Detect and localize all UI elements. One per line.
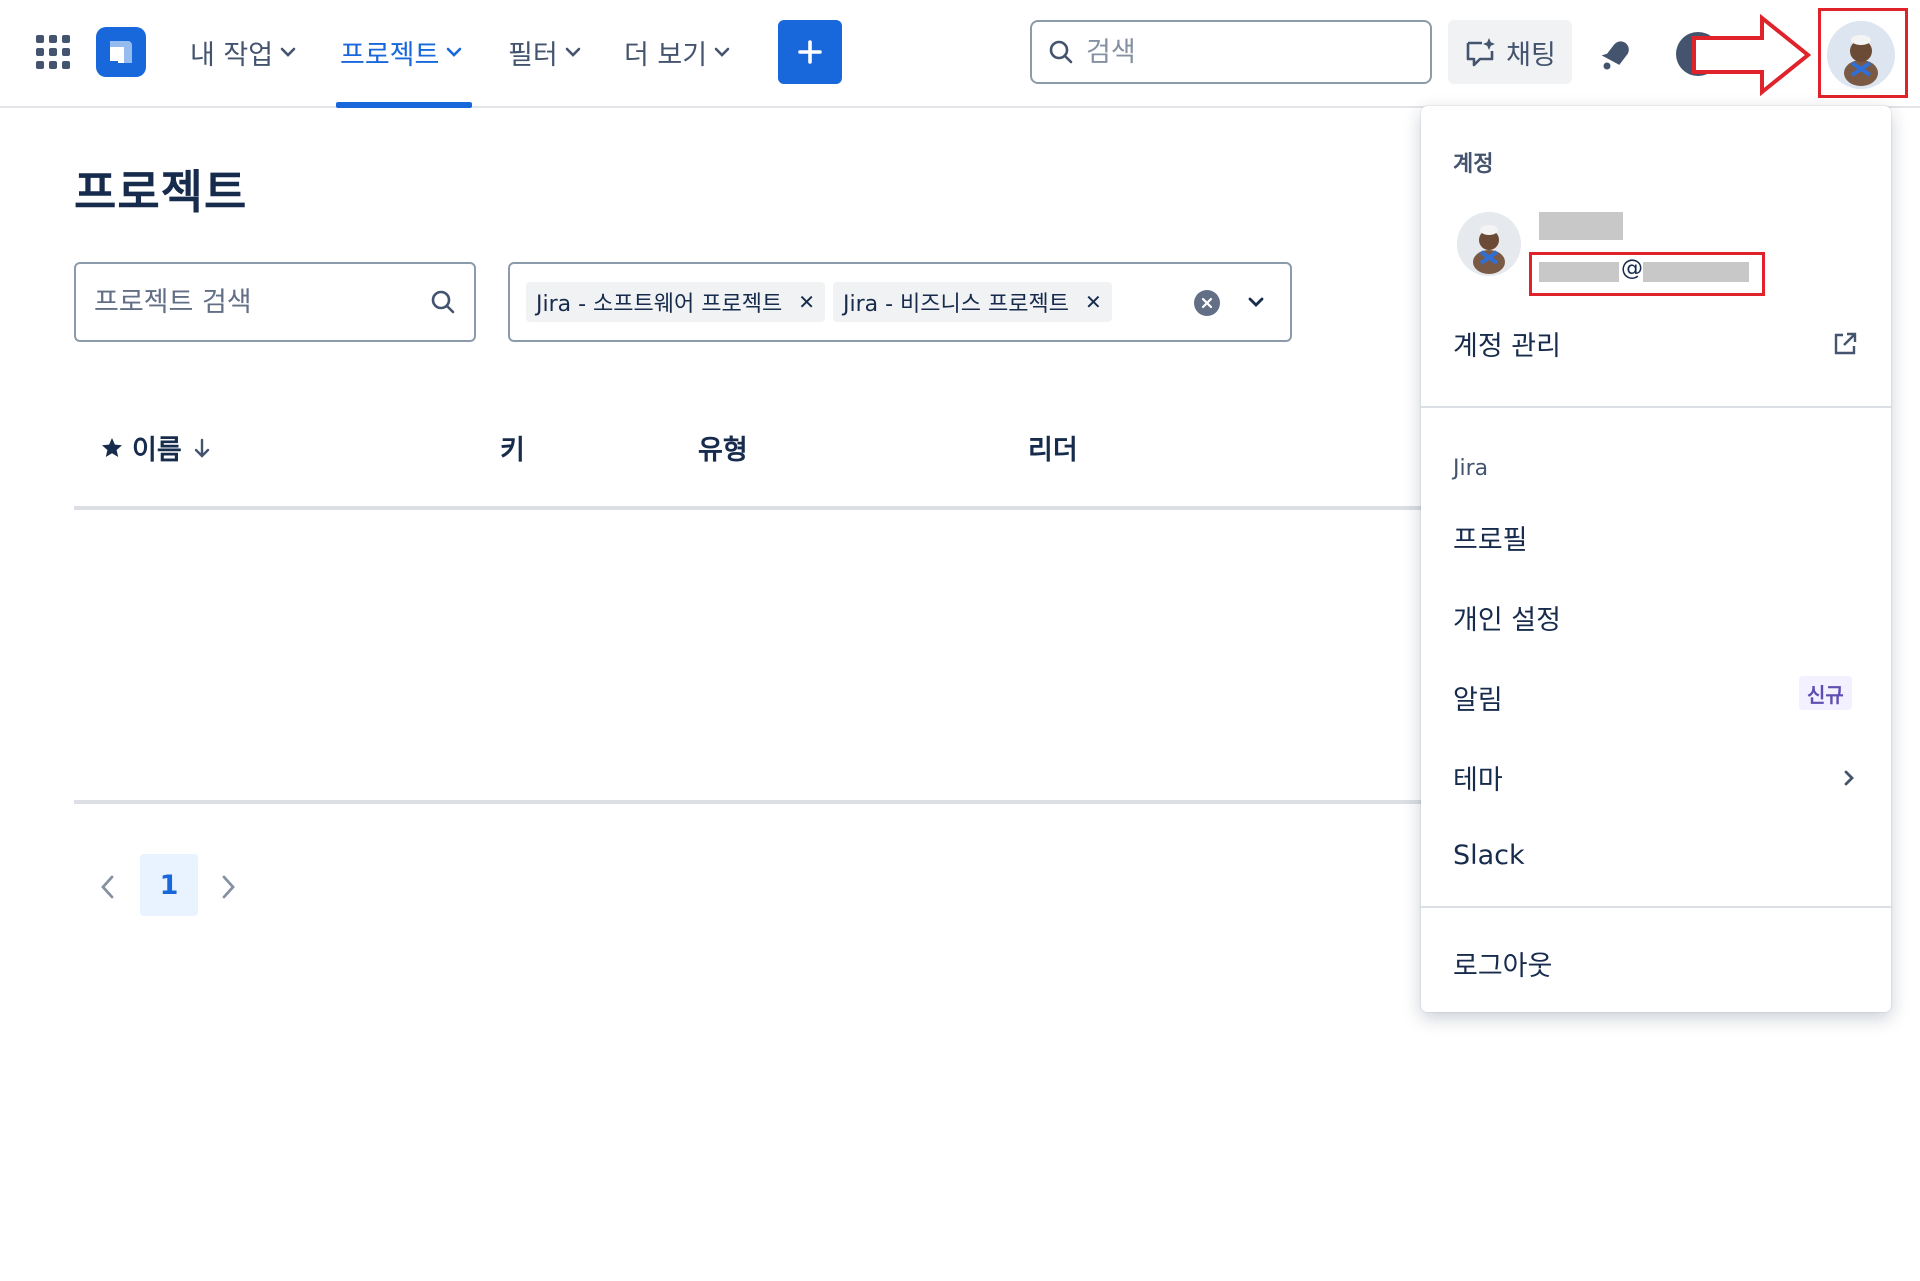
notifications-item[interactable]: 알림	[1453, 678, 1503, 717]
slack-item[interactable]: Slack	[1453, 840, 1525, 871]
nav-my-work[interactable]: 내 작업	[190, 30, 297, 74]
star-icon	[102, 437, 122, 457]
column-type-label: 유형	[698, 435, 748, 466]
filter-chip-software: Jira - 소프트웨어 프로젝트 ✕	[526, 282, 825, 322]
profile-item[interactable]: 프로필	[1453, 518, 1528, 557]
account-avatar	[1457, 212, 1521, 276]
redacted-user-name	[1539, 212, 1623, 240]
remove-chip-icon[interactable]: ✕	[1085, 290, 1102, 314]
global-search-input[interactable]	[1086, 36, 1406, 68]
column-type[interactable]: 유형	[698, 428, 748, 467]
active-tab-indicator	[336, 102, 472, 108]
external-link-icon	[1834, 332, 1857, 354]
account-menu: 계정 @ 계정 관리 Jira 프로필 개인 설정 알림 신규 테마 Slack…	[1421, 106, 1891, 1012]
column-name-label: 이름	[132, 435, 182, 466]
notifications-bell-icon[interactable]	[1594, 32, 1638, 76]
chevron-right-icon[interactable]	[216, 872, 240, 902]
create-button[interactable]	[778, 20, 842, 84]
section-title-jira: Jira	[1453, 456, 1489, 481]
search-icon	[1049, 40, 1073, 64]
chevron-right-icon	[1844, 770, 1854, 785]
nav-my-work-label: 내 작업	[190, 39, 274, 71]
email-highlight-annotation	[1529, 252, 1765, 296]
nav-filters[interactable]: 필터	[508, 30, 582, 74]
chevron-down-icon[interactable]	[1246, 292, 1266, 312]
logout-item[interactable]: 로그아웃	[1453, 944, 1552, 983]
search-icon	[431, 290, 455, 314]
annotation-arrow-icon	[1692, 14, 1812, 96]
page-title: 프로젝트	[74, 165, 248, 219]
clear-filter-icon[interactable]	[1194, 290, 1220, 316]
column-lead-label: 리더	[1028, 435, 1078, 466]
chat-label: 채팅	[1506, 39, 1556, 71]
chevron-down-icon	[280, 47, 296, 57]
remove-chip-icon[interactable]: ✕	[798, 290, 815, 314]
new-badge: 신규	[1799, 676, 1852, 710]
chat-button[interactable]: 채팅	[1448, 20, 1572, 84]
menu-divider	[1421, 906, 1891, 908]
filter-chip-label: Jira - 비즈니스 프로젝트	[842, 292, 1069, 317]
nav-projects[interactable]: 프로젝트	[340, 30, 463, 74]
jira-logo-icon[interactable]	[96, 27, 146, 77]
nav-more-label: 더 보기	[624, 39, 708, 71]
menu-divider	[1421, 406, 1891, 408]
global-search[interactable]	[1030, 20, 1432, 84]
manage-account-label: 계정 관리	[1453, 331, 1561, 362]
project-type-filter[interactable]: Jira - 소프트웨어 프로젝트 ✕ Jira - 비즈니스 프로젝트 ✕	[508, 262, 1292, 342]
project-search-input[interactable]	[94, 286, 414, 318]
table-bottom-divider	[74, 800, 1424, 804]
column-key[interactable]: 키	[500, 428, 525, 467]
sort-arrow-down-icon	[194, 438, 209, 458]
column-key-label: 키	[500, 435, 525, 466]
column-lead[interactable]: 리더	[1028, 428, 1078, 467]
filter-chip-label: Jira - 소프트웨어 프로젝트	[536, 292, 783, 317]
column-name[interactable]: 이름	[100, 428, 214, 467]
chat-sparkle-icon	[1466, 38, 1496, 67]
theme-label: 테마	[1453, 765, 1503, 796]
nav-projects-label: 프로젝트	[340, 39, 440, 71]
nav-filters-label: 필터	[508, 39, 558, 71]
manage-account-item[interactable]: 계정 관리	[1453, 324, 1859, 363]
top-navigation-bar: 내 작업 프로젝트 필터 더 보기 채팅	[0, 0, 1920, 108]
filter-chip-business: Jira - 비즈니스 프로젝트 ✕	[832, 282, 1112, 322]
pagination-page[interactable]: 1	[140, 854, 198, 916]
chevron-down-icon	[714, 47, 730, 57]
chevron-down-icon	[447, 47, 462, 57]
nav-more[interactable]: 더 보기	[624, 30, 731, 74]
chevron-down-icon	[565, 47, 580, 57]
chevron-left-icon[interactable]	[96, 872, 120, 902]
app-switcher-icon[interactable]	[36, 35, 70, 69]
projects-table-header: 이름 키 유형 리더	[74, 420, 1424, 510]
plus-icon	[798, 40, 822, 64]
avatar-highlight-annotation	[1818, 8, 1908, 98]
project-search[interactable]	[74, 262, 476, 342]
theme-item[interactable]: 테마	[1453, 758, 1859, 797]
section-title-account: 계정	[1453, 152, 1494, 177]
personal-settings-item[interactable]: 개인 설정	[1453, 598, 1561, 637]
